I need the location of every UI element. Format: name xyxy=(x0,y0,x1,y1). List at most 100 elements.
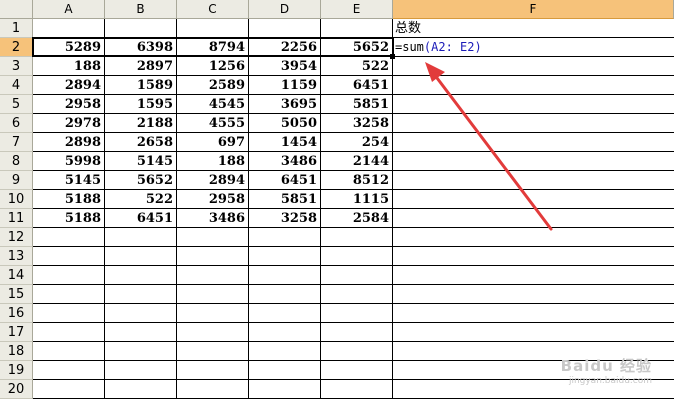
cell-f15[interactable] xyxy=(393,285,674,304)
column-header-a[interactable]: A xyxy=(33,0,105,19)
cell-a1[interactable] xyxy=(33,19,105,38)
row-header-13[interactable]: 13 xyxy=(0,247,33,266)
cell-d14[interactable] xyxy=(249,266,321,285)
cell-e14[interactable] xyxy=(321,266,393,285)
cell-c1[interactable] xyxy=(177,19,249,38)
cell-e9[interactable]: 8512 xyxy=(321,171,393,190)
row-header-18[interactable]: 18 xyxy=(0,342,33,361)
row-header-9[interactable]: 9 xyxy=(0,171,33,190)
cell-a8[interactable]: 5998 xyxy=(33,152,105,171)
cell-d10[interactable]: 5851 xyxy=(249,190,321,209)
cell-e20[interactable] xyxy=(321,380,393,399)
cell-b7[interactable]: 2658 xyxy=(105,133,177,152)
cell-c14[interactable] xyxy=(177,266,249,285)
row-header-4[interactable]: 4 xyxy=(0,76,33,95)
row-header-12[interactable]: 12 xyxy=(0,228,33,247)
column-header-f[interactable]: F xyxy=(393,0,674,19)
row-header-2[interactable]: 2 xyxy=(0,38,33,57)
cell-a16[interactable] xyxy=(33,304,105,323)
row-header-8[interactable]: 8 xyxy=(0,152,33,171)
column-header-e[interactable]: E xyxy=(321,0,393,19)
cell-c17[interactable] xyxy=(177,323,249,342)
cell-c20[interactable] xyxy=(177,380,249,399)
cell-d13[interactable] xyxy=(249,247,321,266)
cell-d18[interactable] xyxy=(249,342,321,361)
cell-a17[interactable] xyxy=(33,323,105,342)
cell-b14[interactable] xyxy=(105,266,177,285)
cell-f16[interactable] xyxy=(393,304,674,323)
cell-a12[interactable] xyxy=(33,228,105,247)
column-header-d[interactable]: D xyxy=(249,0,321,19)
cell-b11[interactable]: 6451 xyxy=(105,209,177,228)
cell-b5[interactable]: 1595 xyxy=(105,95,177,114)
cell-e18[interactable] xyxy=(321,342,393,361)
cell-e6[interactable]: 3258 xyxy=(321,114,393,133)
cell-f3[interactable] xyxy=(393,57,674,76)
cell-f17[interactable] xyxy=(393,323,674,342)
cell-b6[interactable]: 2188 xyxy=(105,114,177,133)
cell-b16[interactable] xyxy=(105,304,177,323)
cell-f4[interactable] xyxy=(393,76,674,95)
cell-a4[interactable]: 2894 xyxy=(33,76,105,95)
row-header-17[interactable]: 17 xyxy=(0,323,33,342)
cell-f7[interactable] xyxy=(393,133,674,152)
cell-f2-formula[interactable]: =sum(A2: E2) xyxy=(393,38,674,57)
cell-d17[interactable] xyxy=(249,323,321,342)
cell-d1[interactable] xyxy=(249,19,321,38)
cell-c11[interactable]: 3486 xyxy=(177,209,249,228)
row-header-19[interactable]: 19 xyxy=(0,361,33,380)
cell-b9[interactable]: 5652 xyxy=(105,171,177,190)
cell-b20[interactable] xyxy=(105,380,177,399)
row-header-20[interactable]: 20 xyxy=(0,380,33,399)
cell-b1[interactable] xyxy=(105,19,177,38)
cell-a9[interactable]: 5145 xyxy=(33,171,105,190)
cell-c12[interactable] xyxy=(177,228,249,247)
row-header-7[interactable]: 7 xyxy=(0,133,33,152)
cell-d6[interactable]: 5050 xyxy=(249,114,321,133)
cell-f9[interactable] xyxy=(393,171,674,190)
cell-b15[interactable] xyxy=(105,285,177,304)
cell-a20[interactable] xyxy=(33,380,105,399)
cell-d15[interactable] xyxy=(249,285,321,304)
cell-b12[interactable] xyxy=(105,228,177,247)
cell-e5[interactable]: 5851 xyxy=(321,95,393,114)
fill-handle[interactable] xyxy=(390,54,395,59)
row-header-1[interactable]: 1 xyxy=(0,19,33,38)
cell-f14[interactable] xyxy=(393,266,674,285)
cell-a2[interactable]: 5289 xyxy=(33,38,105,57)
cell-e12[interactable] xyxy=(321,228,393,247)
column-header-c[interactable]: C xyxy=(177,0,249,19)
cell-b8[interactable]: 5145 xyxy=(105,152,177,171)
cell-a6[interactable]: 2978 xyxy=(33,114,105,133)
cell-f13[interactable] xyxy=(393,247,674,266)
row-header-6[interactable]: 6 xyxy=(0,114,33,133)
cell-f1-label[interactable]: 总数 xyxy=(393,19,674,38)
cell-f6[interactable] xyxy=(393,114,674,133)
cell-a10[interactable]: 5188 xyxy=(33,190,105,209)
cell-a3[interactable]: 188 xyxy=(33,57,105,76)
cell-b2[interactable]: 6398 xyxy=(105,38,177,57)
cell-c4[interactable]: 2589 xyxy=(177,76,249,95)
cell-c16[interactable] xyxy=(177,304,249,323)
cell-d9[interactable]: 6451 xyxy=(249,171,321,190)
cell-f8[interactable] xyxy=(393,152,674,171)
cell-d11[interactable]: 3258 xyxy=(249,209,321,228)
cell-a13[interactable] xyxy=(33,247,105,266)
cell-d7[interactable]: 1454 xyxy=(249,133,321,152)
cell-d19[interactable] xyxy=(249,361,321,380)
cell-e7[interactable]: 254 xyxy=(321,133,393,152)
cell-b13[interactable] xyxy=(105,247,177,266)
cell-f11[interactable] xyxy=(393,209,674,228)
cell-e4[interactable]: 6451 xyxy=(321,76,393,95)
cell-e1[interactable] xyxy=(321,19,393,38)
row-header-16[interactable]: 16 xyxy=(0,304,33,323)
select-all-corner[interactable] xyxy=(0,0,33,19)
cell-b18[interactable] xyxy=(105,342,177,361)
cell-e17[interactable] xyxy=(321,323,393,342)
cell-a5[interactable]: 2958 xyxy=(33,95,105,114)
cell-c19[interactable] xyxy=(177,361,249,380)
cell-e11[interactable]: 2584 xyxy=(321,209,393,228)
cell-e13[interactable] xyxy=(321,247,393,266)
cell-d16[interactable] xyxy=(249,304,321,323)
cell-a19[interactable] xyxy=(33,361,105,380)
